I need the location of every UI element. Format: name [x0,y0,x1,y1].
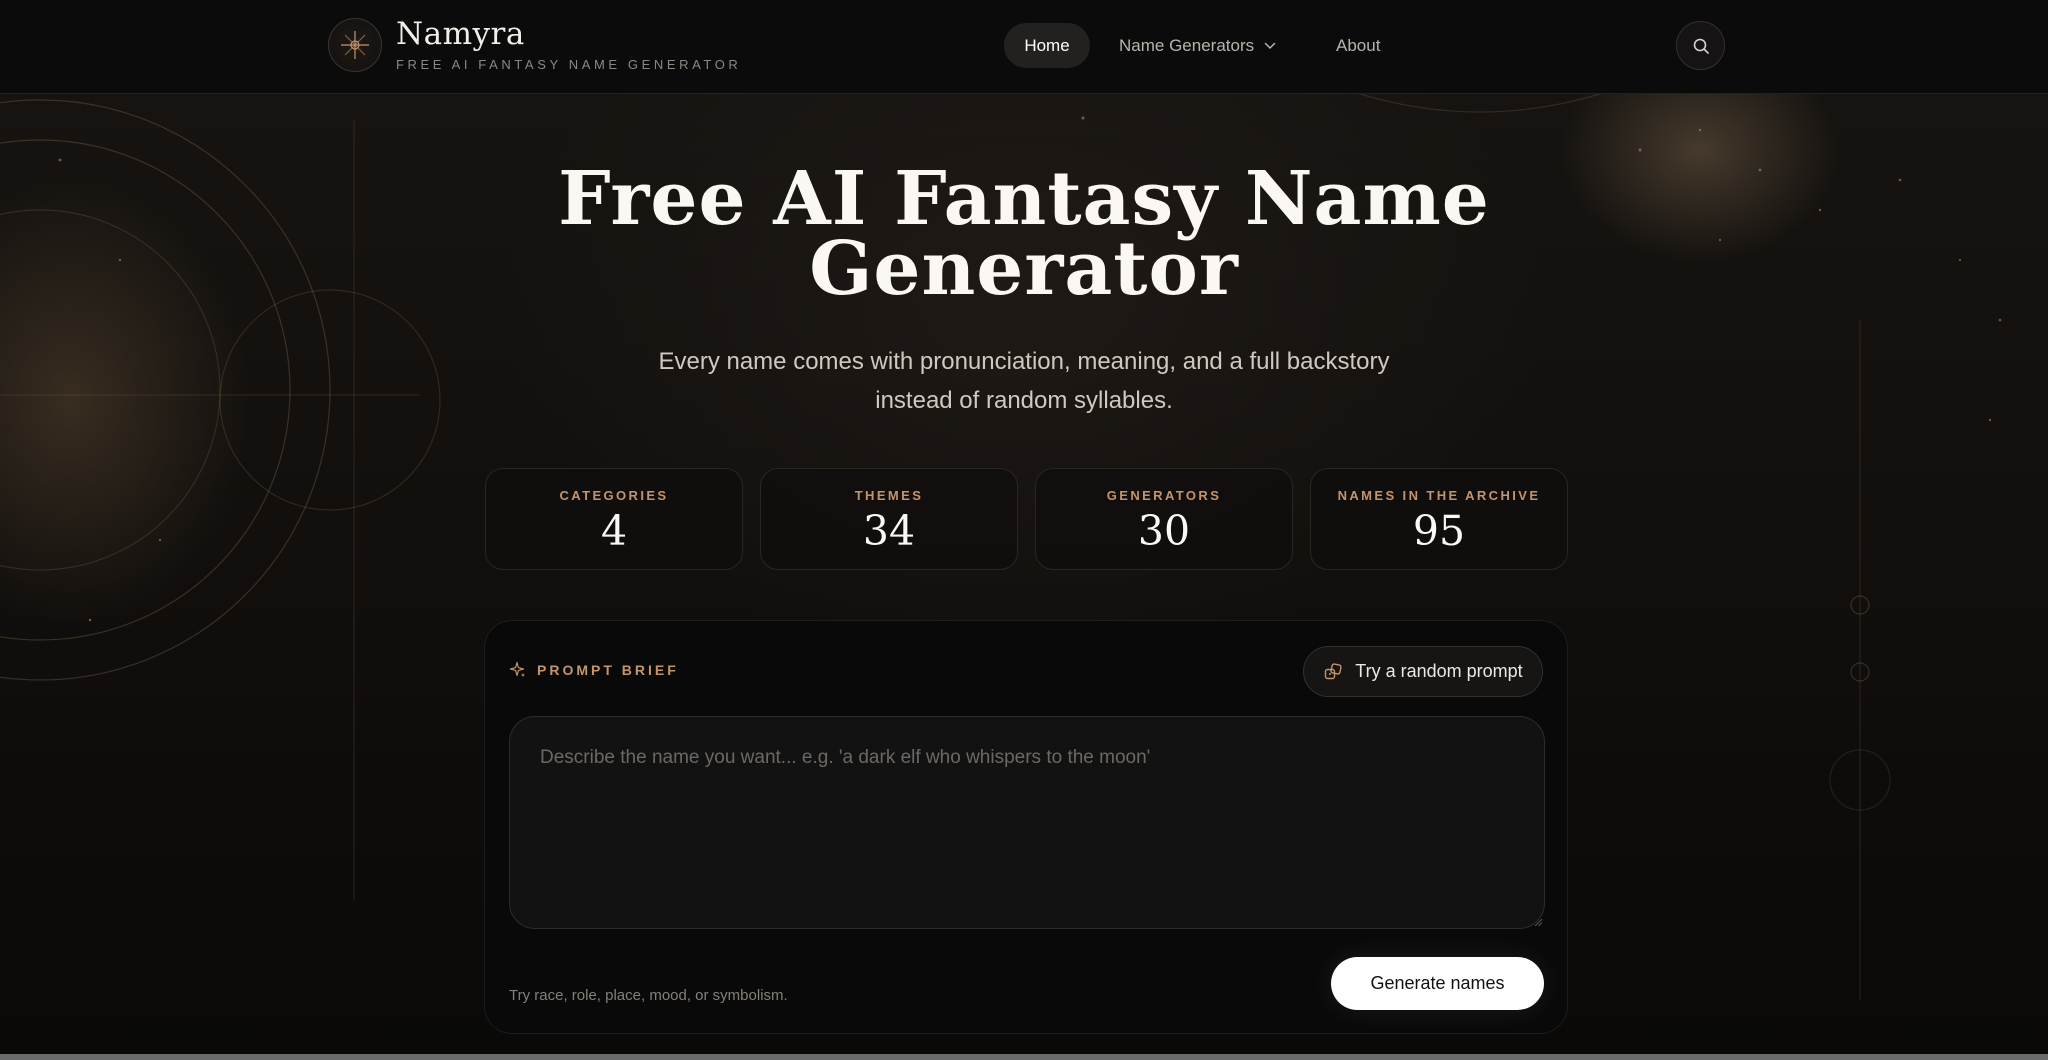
nav-home-label: Home [1024,35,1070,55]
nav-name-generators[interactable]: Name Generators [1119,23,1276,68]
resize-handle-icon[interactable] [1533,917,1543,927]
search-button[interactable] [1676,21,1725,70]
nav-name-generators-label: Name Generators [1119,35,1255,55]
page-title: Free AI Fantasy Name Generator [558,156,1490,312]
prompt-brief-heading: PROMPT BRIEF [509,661,679,679]
stat-label: THEMES [854,488,924,503]
brand-tagline: FREE AI FANTASY NAME GENERATOR [396,57,742,72]
random-prompt-button[interactable]: Try a random prompt [1303,646,1543,697]
prompt-panel: PROMPT BRIEF Try a random prompt Try rac… [484,620,1568,1034]
compass-star-icon [341,31,369,59]
stat-value: 34 [862,507,916,555]
nav-home[interactable]: Home [1004,23,1090,68]
chevron-down-icon [1264,42,1276,49]
stat-card-names-archive: NAMES IN THE ARCHIVE 95 [1310,468,1568,570]
stat-label: GENERATORS [1106,488,1222,503]
page-subtitle: Every name comes with pronunciation, mea… [658,348,1390,414]
sparkle-icon [509,661,525,677]
generate-names-label: Generate names [1370,973,1505,993]
prompt-textarea[interactable] [509,716,1545,929]
search-icon [1693,38,1709,54]
logo[interactable] [328,18,382,72]
generate-names-button[interactable]: Generate names [1331,957,1544,1010]
stat-label: NAMES IN THE ARCHIVE [1337,488,1541,503]
stat-value: 95 [1412,507,1466,555]
random-prompt-label: Try a random prompt [1355,661,1523,681]
prompt-hint: Try race, role, place, mood, or symbolis… [509,987,788,1004]
window-bottom-edge [0,1054,2048,1060]
dice-icon [1325,662,1342,679]
nav-about[interactable]: About [1336,23,1380,68]
stat-card-generators: GENERATORS 30 [1035,468,1293,570]
stat-label: CATEGORIES [559,488,669,503]
stat-card-themes: THEMES 34 [760,468,1018,570]
brand-name[interactable]: Namyra [396,16,525,52]
stat-card-categories: CATEGORIES 4 [485,468,743,570]
stat-value: 4 [600,507,628,555]
site-header: Namyra FREE AI FANTASY NAME GENERATOR Ho… [0,0,2048,94]
stat-value: 30 [1137,507,1191,555]
prompt-brief-label: PROMPT BRIEF [537,662,679,678]
nav-about-label: About [1336,35,1381,55]
